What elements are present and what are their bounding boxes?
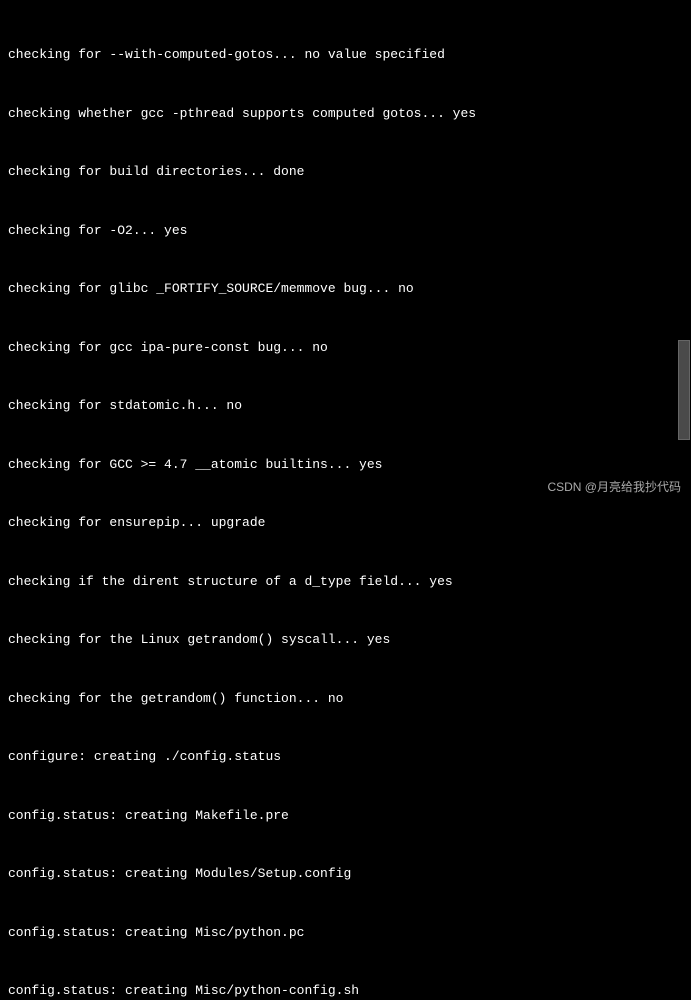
- output-line: checking for --with-computed-gotos... no…: [8, 45, 683, 65]
- watermark: CSDN @月亮给我抄代码: [547, 478, 681, 496]
- output-line: checking for stdatomic.h... no: [8, 396, 683, 416]
- output-line: config.status: creating Misc/python.pc: [8, 923, 683, 943]
- output-line: checking for glibc _FORTIFY_SOURCE/memmo…: [8, 279, 683, 299]
- output-line: checking whether gcc -pthread supports c…: [8, 104, 683, 124]
- output-line: checking for build directories... done: [8, 162, 683, 182]
- output-line: configure: creating ./config.status: [8, 747, 683, 767]
- output-line: checking for -O2... yes: [8, 221, 683, 241]
- terminal-output: checking for --with-computed-gotos... no…: [8, 6, 683, 1000]
- output-line: checking for the getrandom() function...…: [8, 689, 683, 709]
- output-line: checking for GCC >= 4.7 __atomic builtin…: [8, 455, 683, 475]
- output-line: config.status: creating Modules/Setup.co…: [8, 864, 683, 884]
- output-line: checking for gcc ipa-pure-const bug... n…: [8, 338, 683, 358]
- scrollbar[interactable]: [677, 0, 691, 500]
- output-line: checking for the Linux getrandom() sysca…: [8, 630, 683, 650]
- output-line: checking if the dirent structure of a d_…: [8, 572, 683, 592]
- output-line: config.status: creating Makefile.pre: [8, 806, 683, 826]
- output-line: config.status: creating Misc/python-conf…: [8, 981, 683, 1000]
- output-line: checking for ensurepip... upgrade: [8, 513, 683, 533]
- scrollbar-thumb[interactable]: [678, 340, 690, 440]
